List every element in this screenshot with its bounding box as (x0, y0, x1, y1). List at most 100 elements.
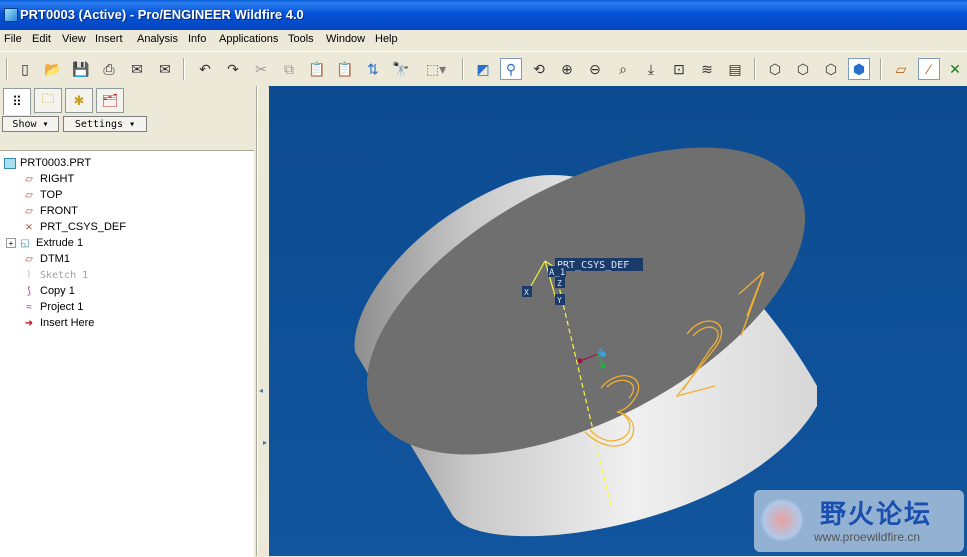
wireframe-icon[interactable]: ⬡ (764, 58, 786, 80)
view-manager-icon[interactable]: ▤ (724, 58, 746, 80)
model-render: 321 PRT_CSYS_DEF A_1 X Z Y (354, 147, 817, 537)
expand-icon[interactable]: + (6, 238, 16, 248)
email-icon[interactable]: ✉ (154, 58, 176, 80)
toolbar-separator (880, 58, 882, 80)
folder-browser-tab[interactable]: 🗀 (34, 88, 62, 113)
no-hidden-icon[interactable]: ⬡ (820, 58, 842, 80)
paste-special-icon[interactable]: 📋 (334, 58, 356, 80)
send-icon[interactable]: ✉ (126, 58, 148, 80)
save-icon[interactable]: 💾 (70, 58, 92, 80)
open-icon[interactable]: 📂 (42, 58, 64, 80)
project-icon: ≈ (26, 301, 32, 313)
zoom-out-icon[interactable]: ⊖ (584, 58, 606, 80)
tree-node-dtm1[interactable]: ▱ DTM1 (22, 251, 70, 267)
show-dropdown[interactable]: Show ▾ (2, 116, 59, 132)
csys-icon: ⨯ (24, 221, 34, 233)
tree-node-extrude[interactable]: + ◱ Extrude 1 (6, 235, 83, 251)
layers-icon[interactable]: ≋ (696, 58, 718, 80)
menu-window[interactable]: Window (326, 33, 365, 45)
app-icon (4, 8, 18, 22)
print-icon[interactable]: ⎙ (98, 58, 120, 80)
panel-splitter[interactable]: ◂ ▸ (257, 86, 268, 556)
toolbar-separator (462, 58, 464, 80)
tree-node-right[interactable]: ▱ RIGHT (22, 171, 74, 187)
sketch-icon: ⌇ (26, 269, 32, 281)
cut-icon[interactable]: ✂ (250, 58, 272, 80)
datum-axes-icon[interactable]: ⁄ (918, 58, 940, 80)
menu-info[interactable]: Info (188, 33, 206, 45)
csys-label: PRT_CSYS_DEF (557, 260, 629, 271)
butterfly-logo-icon (760, 498, 804, 542)
axis-z-label: Z (557, 279, 562, 288)
reorient-icon[interactable]: ⤓ (640, 58, 662, 80)
tree-node-label: FRONT (40, 205, 78, 217)
undo-icon[interactable]: ↶ (194, 58, 216, 80)
hidden-line-icon[interactable]: ⬡ (792, 58, 814, 80)
menu-help[interactable]: Help (375, 33, 398, 45)
favorites-tab[interactable]: ✱ (65, 88, 93, 113)
extrude-icon: ◱ (20, 237, 30, 249)
toolbar-separator (6, 58, 8, 80)
select-box-icon[interactable]: ⬚▾ (418, 58, 454, 80)
axis-z-label-box: Z (555, 277, 565, 288)
axis-a-label: A_1 (549, 268, 565, 278)
forum-watermark: 野火论坛 www.proewildfire.cn (754, 490, 964, 552)
datum-plane-icon: ▱ (25, 189, 33, 201)
menu-applications[interactable]: Applications (219, 33, 278, 45)
main-toolbar: ▯ 📂 💾 ⎙ ✉ ✉ ↶ ↷ ✂ ⧉ 📋 📋 ⇅ 🔭 ⬚▾ ◩ ⚲ ⟲ ⊕ ⊖… (0, 51, 967, 87)
datum-plane-icon: ▱ (25, 205, 33, 217)
regenerate-icon[interactable]: ⇅ (362, 58, 384, 80)
navigator-panel: ⠿ 🗀 ✱ 🗂 Show ▾ Settings ▾ PRT0003.PRT ▱ … (0, 86, 257, 557)
redo-icon[interactable]: ↷ (222, 58, 244, 80)
datum-plane-icon: ▱ (25, 173, 33, 185)
settings-dropdown[interactable]: Settings ▾ (63, 116, 147, 132)
tree-node-label: Sketch 1 (40, 269, 89, 281)
graphics-window[interactable]: 321 PRT_CSYS_DEF A_1 X Z Y (269, 86, 967, 556)
tree-node-label: TOP (40, 189, 63, 201)
toolbar-separator (754, 58, 756, 80)
copy-icon[interactable]: ⧉ (278, 58, 300, 80)
paste-icon[interactable]: 📋 (306, 58, 328, 80)
toolbar-separator (183, 58, 185, 80)
tree-node-insert-here[interactable]: ➜ Insert Here (22, 315, 95, 331)
tree-node-label: Insert Here (40, 317, 95, 329)
spin-center-icon[interactable]: ⚲ (500, 58, 522, 80)
model-tree-tab[interactable]: ⠿ (3, 88, 31, 115)
axis-x-label-box: X (522, 286, 532, 297)
tree-node-label: PRT_CSYS_DEF (40, 221, 126, 233)
tree-node-part[interactable]: PRT0003.PRT (4, 155, 91, 171)
window-title: PRT0003 (Active) - Pro/ENGINEER Wildfire… (20, 7, 304, 22)
navigator-tabs: ⠿ 🗀 ✱ 🗂 (0, 86, 256, 115)
copy-feature-icon: ⟆ (27, 285, 31, 297)
tree-node-project[interactable]: ≈ Project 1 (22, 299, 83, 315)
saved-views-icon[interactable]: ⊡ (668, 58, 690, 80)
title-bar: PRT0003 (Active) - Pro/ENGINEER Wildfire… (0, 0, 967, 30)
collapse-left-icon[interactable]: ◂ (259, 386, 265, 408)
datum-planes-icon[interactable]: ▱ (890, 58, 912, 80)
settings-dropdown-label: Settings (74, 119, 124, 130)
axis-y-label-box: Y (555, 294, 565, 305)
menu-view[interactable]: View (62, 33, 86, 45)
menu-analysis[interactable]: Analysis (137, 33, 178, 45)
connections-tab[interactable]: 🗂 (96, 88, 124, 113)
find-icon[interactable]: 🔭 (390, 58, 412, 80)
shading-icon[interactable]: ⬢ (848, 58, 870, 80)
refit-icon[interactable]: ⌕ (612, 58, 634, 80)
zoom-in-icon[interactable]: ⊕ (556, 58, 578, 80)
tree-node-top[interactable]: ▱ TOP (22, 187, 62, 203)
tree-node-sketch[interactable]: ⌇ Sketch 1 (22, 267, 89, 283)
orient-icon[interactable]: ⟲ (528, 58, 550, 80)
tree-node-copy[interactable]: ⟆ Copy 1 (22, 283, 75, 299)
menu-file[interactable]: File (4, 33, 22, 45)
repaint-icon[interactable]: ◩ (472, 58, 494, 80)
new-icon[interactable]: ▯ (14, 58, 36, 80)
watermark-title: 野火论坛 (820, 500, 933, 530)
menu-insert[interactable]: Insert (95, 33, 123, 45)
model-tree: PRT0003.PRT ▱ RIGHT ▱ TOP ▱ FRONT ⨯ PRT_… (0, 150, 254, 557)
datum-points-icon[interactable]: ✕ (944, 58, 966, 80)
datum-plane-icon: ▱ (25, 253, 33, 265)
tree-node-front[interactable]: ▱ FRONT (22, 203, 78, 219)
tree-node-csys[interactable]: ⨯ PRT_CSYS_DEF (22, 219, 126, 235)
menu-tools[interactable]: Tools (288, 33, 314, 45)
menu-edit[interactable]: Edit (32, 33, 51, 45)
